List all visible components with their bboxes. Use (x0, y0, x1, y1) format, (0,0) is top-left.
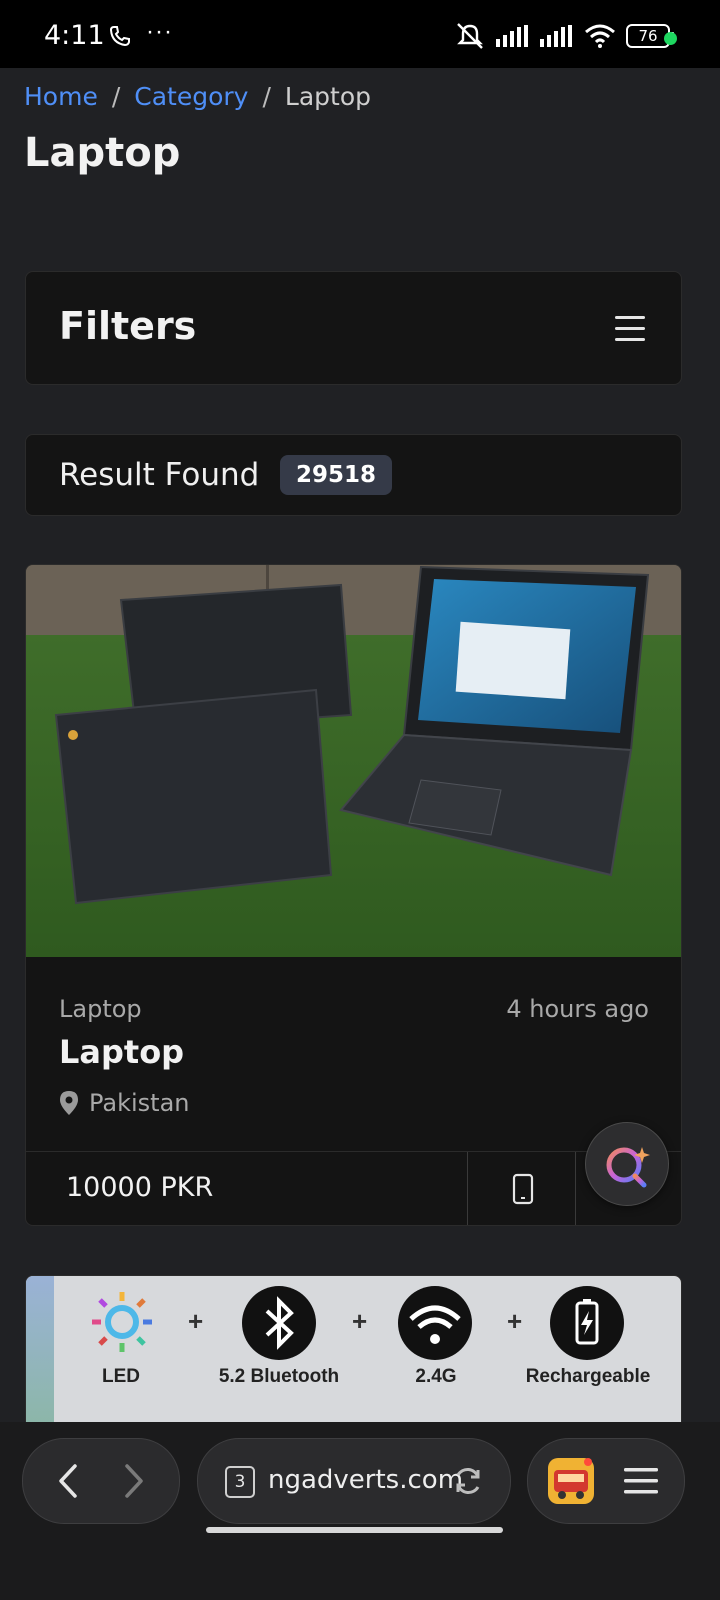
listing-title[interactable]: Laptop (59, 1033, 184, 1071)
status-more: ··· (146, 18, 173, 45)
signal-icon-1 (496, 25, 528, 47)
feature-label: 2.4G (415, 1366, 457, 1387)
url-text[interactable]: ngadverts.com (268, 1465, 463, 1495)
listing-image[interactable] (26, 565, 681, 957)
status-time: 4:11 (44, 20, 105, 51)
results-summary: Result Found 29518 (25, 434, 682, 516)
signal-icon-2 (540, 25, 572, 47)
search-sparkle-icon (606, 1147, 650, 1188)
silent-bell-icon (457, 23, 483, 49)
listing-price: 10000 PKR (66, 1172, 214, 1203)
listing-card[interactable]: Laptop 4 hours ago Laptop Pakistan 10000… (25, 564, 682, 1226)
results-label: Result Found (59, 457, 260, 493)
breadcrumb-category[interactable]: Category (134, 82, 248, 111)
listing-card-2[interactable]: LED + 5.2 Bluetooth + 2.4G + Rechargeabl… (25, 1275, 682, 1437)
location-pin-icon (60, 1091, 78, 1115)
hamburger-menu-icon[interactable] (624, 1465, 658, 1497)
wifi-icon (585, 24, 615, 48)
plus-sign: + (188, 1306, 204, 1336)
forward-arrow-icon[interactable] (119, 1463, 149, 1499)
listing-posted-time: 4 hours ago (506, 995, 649, 1023)
breadcrumb: Home / Category / Laptop (24, 82, 371, 111)
address-bar[interactable]: 3 ngadverts.com (197, 1438, 511, 1524)
home-indicator[interactable] (206, 1527, 503, 1533)
navigation-pill (22, 1438, 180, 1524)
filters-title: Filters (59, 304, 197, 348)
plus-sign: + (352, 1306, 368, 1336)
breadcrumb-current: Laptop (284, 82, 371, 111)
listing-category: Laptop (59, 995, 142, 1023)
listing-footer: 10000 PKR (26, 1151, 681, 1225)
status-bar: 4:11 ··· 76 (0, 0, 720, 68)
filters-menu-icon[interactable] (615, 316, 645, 342)
listing-location: Pakistan (59, 1089, 190, 1117)
divider (575, 1152, 576, 1225)
assistant-fab[interactable] (585, 1122, 669, 1206)
listing-location-text: Pakistan (89, 1089, 190, 1117)
battery-charge-icon (550, 1286, 624, 1360)
feature-label: 5.2 Bluetooth (218, 1366, 340, 1387)
breadcrumb-home[interactable]: Home (24, 82, 98, 111)
reload-icon[interactable] (452, 1465, 484, 1497)
feature-label: LED (102, 1366, 140, 1387)
filters-panel[interactable]: Filters (25, 271, 682, 385)
status-icons: 76 (454, 22, 674, 50)
breadcrumb-separator: / (262, 82, 271, 111)
browser-toolbar: 3 ngadverts.com (0, 1422, 720, 1600)
plus-sign: + (507, 1306, 523, 1336)
page-title: Laptop (24, 130, 181, 176)
divider (467, 1152, 468, 1225)
feature-label: Rechargeable (525, 1366, 651, 1387)
menu-pill (527, 1438, 685, 1524)
wireless-2-4g-icon (398, 1286, 472, 1360)
breadcrumb-separator: / (111, 82, 121, 111)
bluetooth-icon (242, 1286, 316, 1360)
tab-count-icon[interactable]: 3 (225, 1466, 255, 1498)
mobile-phone-icon[interactable] (512, 1173, 534, 1205)
game-bus-app-icon[interactable] (548, 1458, 594, 1504)
privacy-indicator-dot (664, 32, 677, 45)
results-count-badge: 29518 (280, 455, 393, 495)
image-edge-strip (26, 1276, 54, 1436)
back-arrow-icon[interactable] (53, 1463, 83, 1499)
phone-call-icon (109, 26, 130, 47)
led-icon (92, 1292, 152, 1352)
